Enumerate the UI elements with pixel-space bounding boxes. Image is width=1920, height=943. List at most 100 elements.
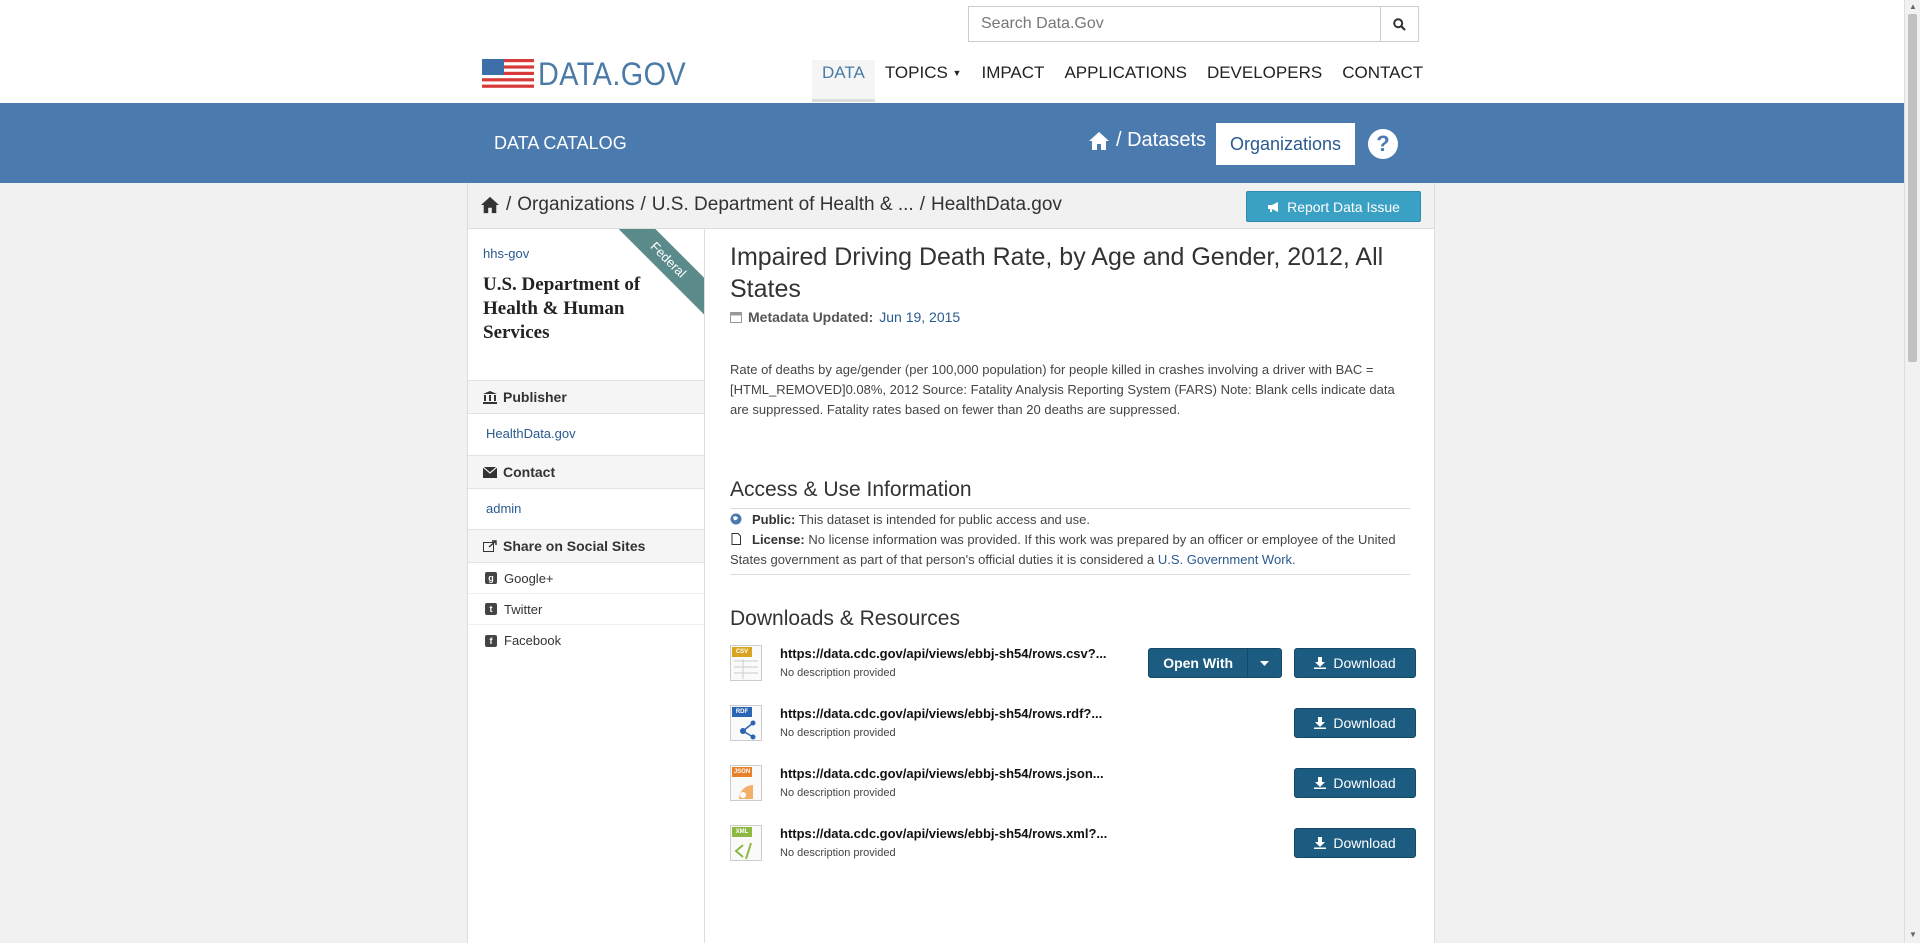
nav-contact[interactable]: CONTACT	[1332, 60, 1433, 102]
share-facebook[interactable]: f Facebook	[468, 625, 704, 656]
nav-data[interactable]: DATA	[812, 60, 875, 102]
org-slug[interactable]: hhs-gov	[483, 246, 529, 261]
license-label: License:	[752, 532, 805, 547]
twitter-icon: t	[485, 603, 497, 615]
downloads-heading: Downloads & Resources	[730, 607, 960, 630]
resource-description: No description provided	[780, 667, 896, 679]
graph-icon	[740, 720, 756, 740]
breadcrumb-bar: / Organizations / U.S. Department of Hea…	[468, 183, 1434, 229]
publisher-label: Publisher	[503, 389, 567, 405]
caret-down-icon: ▼	[952, 68, 962, 78]
nav-applications[interactable]: APPLICATIONS	[1054, 60, 1197, 102]
metadata-updated: Metadata Updated: Jun 19, 2015	[730, 309, 960, 325]
share-twitter-label: Twitter	[504, 601, 543, 617]
facebook-icon: f	[485, 634, 497, 647]
datasets-link[interactable]: / Datasets	[1088, 129, 1206, 152]
publisher-link[interactable]: HealthData.gov	[486, 426, 576, 441]
divider	[730, 508, 1410, 509]
nav-impact[interactable]: IMPACT	[971, 60, 1054, 102]
main-card: / Organizations / U.S. Department of Hea…	[467, 183, 1435, 943]
breadcrumb-separator: /	[919, 194, 925, 215]
search-box	[968, 6, 1419, 42]
search-input[interactable]	[969, 7, 1381, 41]
open-with-button[interactable]: Open With	[1148, 648, 1282, 678]
caret-down-icon[interactable]	[1247, 649, 1281, 677]
globe-icon	[730, 513, 742, 525]
report-data-issue-button[interactable]: Report Data Issue	[1246, 191, 1421, 222]
resource-item: XML https://data.cdc.gov/api/views/ebbj-…	[730, 825, 1416, 869]
us-government-work-link[interactable]: U.S. Government Work.	[1158, 552, 1296, 567]
format-tag: CSV	[732, 647, 752, 657]
scroll-down-icon[interactable]: ▼	[1909, 930, 1917, 939]
breadcrumb-department[interactable]: U.S. Department of Health & ...	[652, 194, 914, 216]
institution-icon	[483, 390, 497, 404]
nav-topics[interactable]: TOPICS ▼	[875, 60, 972, 102]
search-button[interactable]	[1380, 7, 1418, 41]
document-icon	[731, 533, 741, 545]
breadcrumb-publisher[interactable]: HealthData.gov	[931, 194, 1062, 216]
xml-file-icon: XML	[730, 825, 762, 861]
main-nav: DATA TOPICS ▼ IMPACT APPLICATIONS DEVELO…	[812, 60, 1433, 102]
help-icon[interactable]: ?	[1368, 129, 1398, 159]
resource-item: RDF https://data.cdc.gov/api/views/ebbj-…	[730, 705, 1416, 749]
resource-item: CSV https://data.cdc.gov/api/views/ebbj-…	[730, 645, 1416, 689]
sidebar: Federal hhs-gov U.S. Department of Healt…	[468, 229, 705, 943]
scroll-up-icon[interactable]: ▲	[1909, 2, 1917, 11]
dataset-description: Rate of deaths by age/gender (per 100,00…	[730, 362, 1395, 417]
bullhorn-icon	[1268, 201, 1279, 212]
license-row: License: No license information was prov…	[730, 530, 1416, 570]
download-button[interactable]: Download	[1294, 768, 1416, 798]
download-button[interactable]: Download	[1294, 648, 1416, 678]
share-facebook-label: Facebook	[504, 633, 562, 648]
resource-description: No description provided	[780, 847, 896, 859]
feed-icon	[739, 785, 753, 799]
catalog-band: DATA CATALOG / Datasets Organizations ?	[0, 103, 1904, 183]
resource-url[interactable]: https://data.cdc.gov/api/views/ebbj-sh54…	[780, 646, 1107, 661]
report-data-issue-label: Report Data Issue	[1287, 198, 1400, 215]
home-icon	[1089, 131, 1109, 150]
download-icon	[1314, 657, 1327, 669]
download-button[interactable]: Download	[1294, 708, 1416, 738]
share-google-plus[interactable]: g Google+	[468, 563, 704, 594]
resource-url[interactable]: https://data.cdc.gov/api/views/ebbj-sh54…	[780, 706, 1102, 721]
share-google-plus-label: Google+	[504, 570, 554, 586]
download-button[interactable]: Download	[1294, 828, 1416, 858]
public-label: Public:	[752, 512, 796, 527]
breadcrumb-organizations[interactable]: Organizations	[517, 194, 634, 216]
nav-developers[interactable]: DEVELOPERS	[1197, 60, 1332, 102]
site-logo[interactable]: DATA.GOV	[482, 56, 703, 93]
open-with-label: Open With	[1163, 655, 1234, 671]
nav-applications-label: APPLICATIONS	[1064, 63, 1187, 82]
data-catalog-title[interactable]: DATA CATALOG	[494, 133, 627, 154]
resource-url[interactable]: https://data.cdc.gov/api/views/ebbj-sh54…	[780, 766, 1104, 781]
access-heading: Access & Use Information	[730, 478, 972, 501]
page-scrollbar[interactable]: ▲ ▼	[1904, 0, 1920, 943]
access-info: Public: This dataset is intended for pub…	[730, 510, 1416, 570]
organizations-button[interactable]: Organizations	[1216, 123, 1355, 165]
datasets-label: / Datasets	[1116, 129, 1207, 151]
home-icon[interactable]	[480, 196, 500, 214]
json-file-icon: JSON	[730, 765, 762, 801]
spreadsheet-icon	[734, 659, 758, 679]
share-label: Share on Social Sites	[503, 538, 646, 554]
org-name: U.S. Department of Health & Human Servic…	[483, 274, 641, 343]
breadcrumb-separator: /	[506, 194, 512, 215]
google-plus-icon: g	[485, 572, 497, 584]
nav-contact-label: CONTACT	[1342, 63, 1424, 82]
resource-item: JSON https://data.cdc.gov/api/views/ebbj…	[730, 765, 1416, 809]
format-tag: XML	[732, 827, 752, 837]
resource-description: No description provided	[780, 787, 896, 799]
contact-link[interactable]: admin	[486, 501, 521, 516]
page-title: Impaired Driving Death Rate, by Age and …	[730, 243, 1384, 303]
download-icon	[1314, 777, 1327, 789]
site-header: DATA.GOV DATA TOPICS ▼ IMPACT APPLICATIO…	[0, 0, 1904, 103]
public-text: This dataset is intended for public acce…	[798, 512, 1090, 527]
download-label: Download	[1333, 655, 1396, 671]
share-heading: Share on Social Sites	[468, 529, 704, 563]
envelope-icon	[483, 466, 497, 478]
share-twitter[interactable]: t Twitter	[468, 594, 704, 625]
divider	[730, 574, 1410, 575]
scroll-thumb[interactable]	[1908, 14, 1917, 362]
resource-url[interactable]: https://data.cdc.gov/api/views/ebbj-sh54…	[780, 826, 1107, 841]
search-icon	[1393, 17, 1406, 31]
